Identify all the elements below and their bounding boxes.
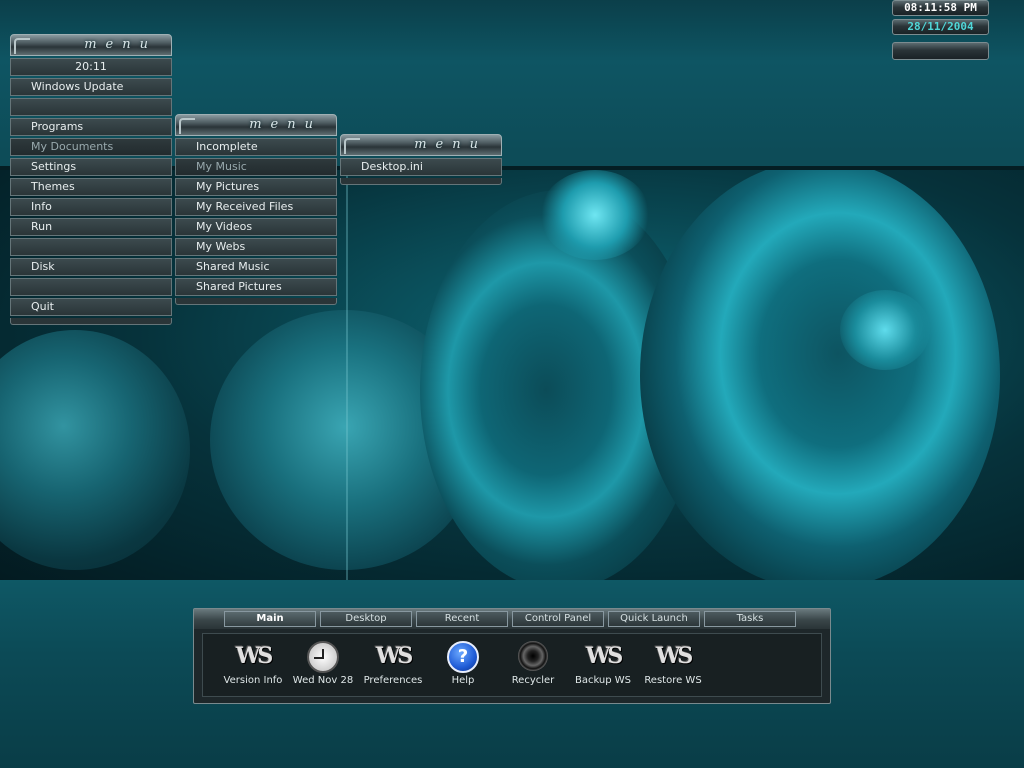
- launcher-label: Wed Nov 28: [292, 675, 354, 686]
- clock-icon: [305, 639, 341, 673]
- wallpaper-highlight: [840, 290, 930, 370]
- ws-logo-icon: WS: [585, 643, 624, 669]
- menu-item-quit[interactable]: Quit: [10, 298, 172, 316]
- ws-logo-icon: WS: [655, 643, 694, 669]
- launcher-version-info[interactable]: WS Version Info: [218, 639, 288, 686]
- wallpaper-divider: [346, 170, 348, 580]
- clock-extra-panel: [892, 42, 989, 60]
- launcher-label: Backup WS: [574, 675, 632, 686]
- launcher-date[interactable]: Wed Nov 28: [288, 639, 358, 686]
- menu-title: menu: [414, 137, 487, 152]
- launcher-preferences[interactable]: WS Preferences: [358, 639, 428, 686]
- menu-item-my-pictures[interactable]: My Pictures: [175, 178, 337, 196]
- menu-item-my-music[interactable]: My Music: [175, 158, 337, 176]
- tab-tasks[interactable]: Tasks: [704, 611, 796, 627]
- launcher-label: Version Info: [223, 675, 283, 686]
- launcher-label: Recycler: [511, 675, 555, 686]
- menu-item-my-documents[interactable]: My Documents: [10, 138, 172, 156]
- launcher-label: Restore WS: [644, 675, 702, 686]
- ws-logo-icon: WS: [375, 643, 414, 669]
- tab-control-panel[interactable]: Control Panel: [512, 611, 604, 627]
- wallpaper-highlight: [540, 170, 650, 260]
- launcher-backup-ws[interactable]: WS Backup WS: [568, 639, 638, 686]
- documents-submenu: menu Incomplete My Music My Pictures My …: [175, 114, 337, 305]
- tab-main[interactable]: Main: [224, 611, 316, 627]
- launcher-tab-strip: Main Desktop Recent Control Panel Quick …: [194, 609, 830, 629]
- menu-item-settings[interactable]: Settings: [10, 158, 172, 176]
- menu-item-my-videos[interactable]: My Videos: [175, 218, 337, 236]
- menu-title: menu: [249, 117, 322, 132]
- menu-item-shared-music[interactable]: Shared Music: [175, 258, 337, 276]
- menu-item-info[interactable]: Info: [10, 198, 172, 216]
- menu-title: menu: [84, 37, 157, 52]
- menu-footer: [10, 318, 172, 325]
- menu-footer: [340, 178, 502, 185]
- tab-recent[interactable]: Recent: [416, 611, 508, 627]
- clock-time[interactable]: 08:11:58 PM: [892, 0, 989, 16]
- launcher-label: Help: [451, 675, 475, 686]
- launcher-label: Preferences: [363, 675, 423, 686]
- menu-header[interactable]: menu: [10, 34, 172, 56]
- menu-item-windows-update[interactable]: Windows Update: [10, 78, 172, 96]
- menu-item-time[interactable]: 20:11: [10, 58, 172, 76]
- launcher-help[interactable]: ? Help: [428, 639, 498, 686]
- menu-item-programs[interactable]: Programs: [10, 118, 172, 136]
- menu-item-incomplete[interactable]: Incomplete: [175, 138, 337, 156]
- help-icon: ?: [445, 639, 481, 673]
- menu-item-run[interactable]: Run: [10, 218, 172, 236]
- launcher-recycler[interactable]: Recycler: [498, 639, 568, 686]
- menu-item-disk[interactable]: Disk: [10, 258, 172, 276]
- menu-item-separator[interactable]: [10, 98, 172, 116]
- launcher-restore-ws[interactable]: WS Restore WS: [638, 639, 708, 686]
- menu-header[interactable]: menu: [340, 134, 502, 156]
- ws-logo-icon: WS: [235, 643, 274, 669]
- menu-item-themes[interactable]: Themes: [10, 178, 172, 196]
- recycler-icon: [515, 639, 551, 673]
- menu-item-shared-pictures[interactable]: Shared Pictures: [175, 278, 337, 296]
- launcher-bar: Main Desktop Recent Control Panel Quick …: [193, 608, 831, 704]
- menu-header[interactable]: menu: [175, 114, 337, 136]
- menu-item-my-received-files[interactable]: My Received Files: [175, 198, 337, 216]
- main-menu: menu 20:11 Windows Update Programs My Do…: [10, 34, 172, 325]
- wallpaper-orb: [0, 330, 190, 570]
- menu-item-desktop-ini[interactable]: Desktop.ini: [340, 158, 502, 176]
- tab-desktop[interactable]: Desktop: [320, 611, 412, 627]
- menu-item-separator[interactable]: [10, 238, 172, 256]
- menu-item-my-webs[interactable]: My Webs: [175, 238, 337, 256]
- menu-item-separator[interactable]: [10, 278, 172, 296]
- clock-date[interactable]: 28/11/2004: [892, 19, 989, 35]
- menu-footer: [175, 298, 337, 305]
- music-submenu: menu Desktop.ini: [340, 134, 502, 185]
- tab-quick-launch[interactable]: Quick Launch: [608, 611, 700, 627]
- wallpaper-orb: [640, 170, 1000, 584]
